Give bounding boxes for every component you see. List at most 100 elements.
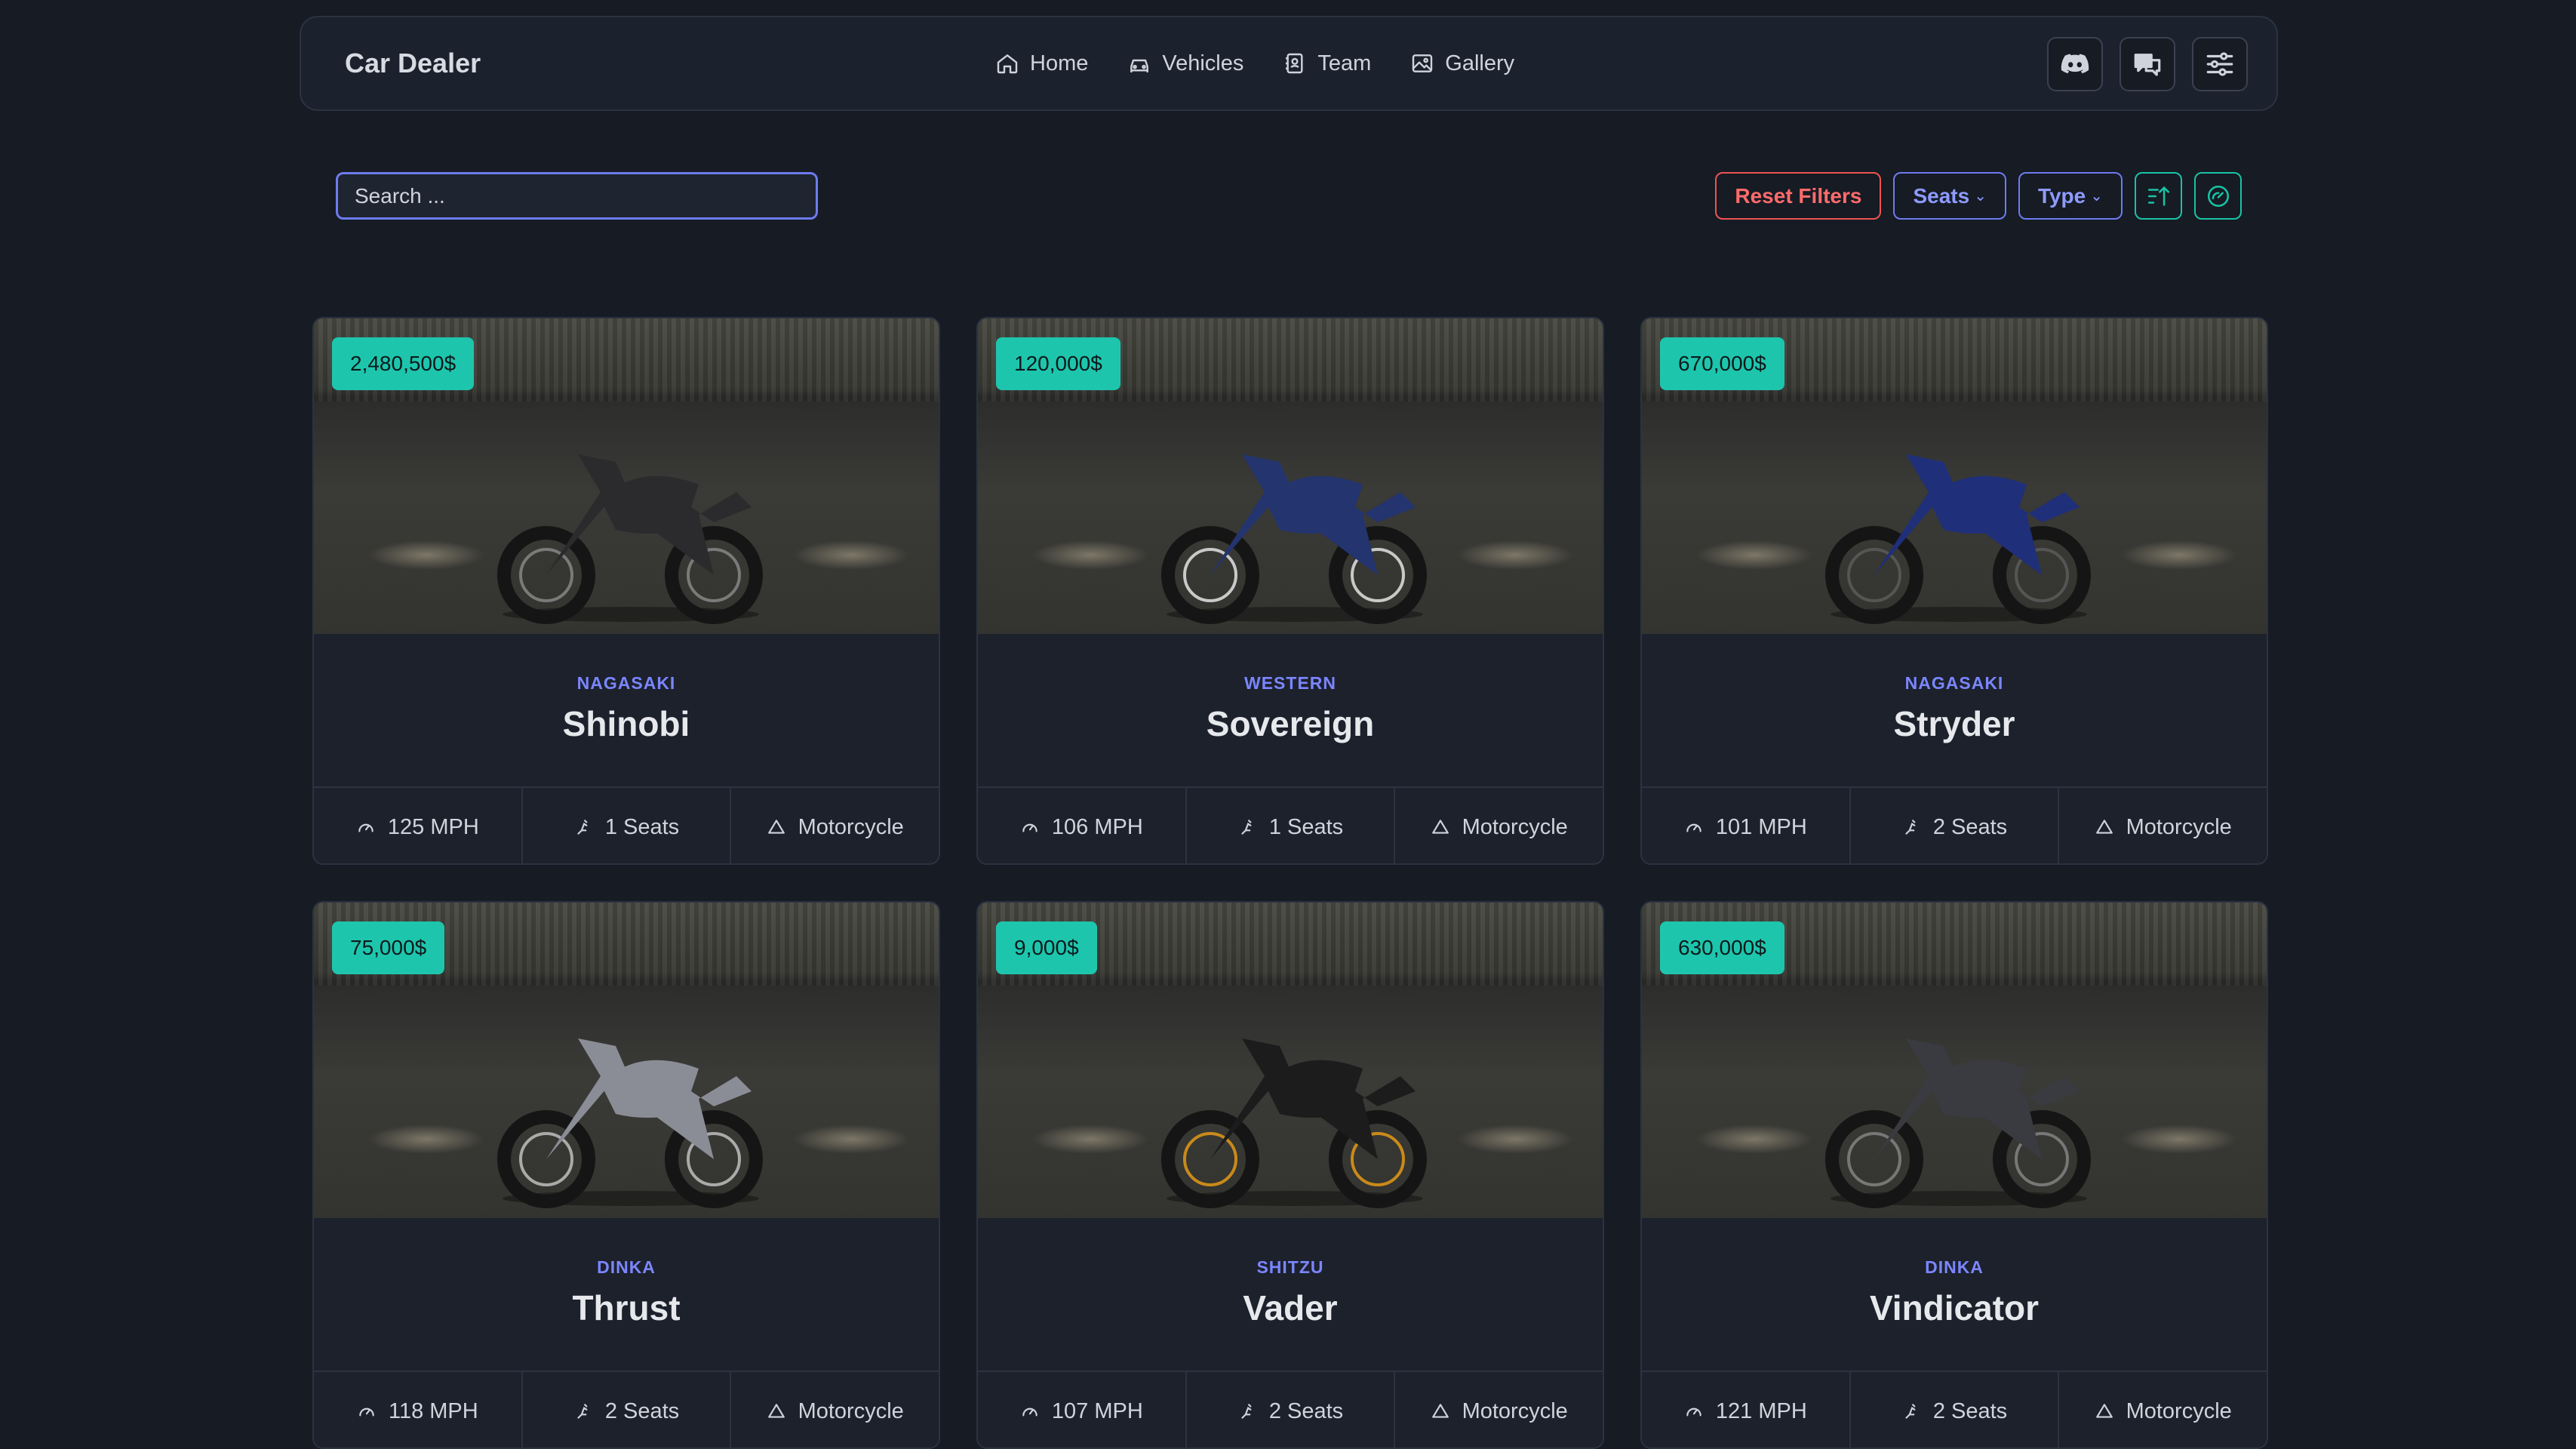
speedometer-icon [1686,1407,1701,1417]
type-stat: Motorcycle [731,1372,939,1447]
price-badge: 670,000$ [1660,337,1784,390]
speedometer-icon [1022,823,1037,832]
nav-gallery-label: Gallery [1445,51,1515,75]
vehicle-stats: 125 MPH 1 Seats Motorcycle [314,786,939,863]
triangle-icon [1431,1404,1449,1418]
triangle-icon [1431,820,1449,834]
type-value: Motorcycle [798,1398,904,1423]
speed-stat: 101 MPH [1642,788,1851,863]
seats-stat: 2 Seats [523,1372,732,1447]
triangle-icon [767,820,785,834]
type-value: Motorcycle [1462,814,1568,839]
seats-stat: 1 Seats [523,788,732,863]
speed-value: 118 MPH [388,1398,478,1423]
sort-button[interactable] [2135,172,2182,220]
speed-filter-button[interactable] [2194,172,2242,220]
speedometer-icon [358,823,373,832]
seat-icon [1905,820,1916,835]
price-badge: 75,000$ [332,921,445,974]
navbar: Car Dealer Home Vehicles Team Gallery [300,16,2278,111]
type-stat: Motorcycle [1395,1372,1603,1447]
vehicle-card[interactable]: 2,480,500$ NAGASAKI Shinobi 125 MPH 1 Se… [312,317,940,865]
nav-gallery[interactable]: Gallery [1410,51,1514,76]
vehicle-card[interactable]: 120,000$ WESTERN Sovereign 106 MPH 1 Sea… [976,317,1604,865]
nav-links: Home Vehicles Team Gallery [995,17,1514,109]
vehicle-name: Sovereign [1206,704,1375,743]
home-icon [997,54,1018,74]
seats-value: 2 Seats [1932,814,2008,839]
sort-ascending-icon [2147,186,2169,206]
nav-team-label: Team [1317,51,1372,75]
vehicle-card[interactable]: 9,000$ SHITZU Vader 107 MPH 2 Seats Moto… [976,901,1604,1449]
nav-home[interactable]: Home [995,51,1088,76]
vehicle-stats: 107 MPH 2 Seats Motorcycle [978,1371,1603,1447]
chevron-down-icon: ⌄ [1974,188,1987,205]
vehicle-name: Vindicator [1869,1288,2040,1327]
motorcycle-image [1161,1038,1427,1208]
motorcycle-image [1825,454,2091,624]
image-icon [1412,54,1433,72]
motorcycle-image [1161,454,1427,624]
gauge-icon [2207,185,2229,207]
triangle-icon [2095,1404,2113,1418]
settings-button[interactable] [2192,37,2248,91]
seats-value: 1 Seats [604,814,680,839]
seat-icon [1905,1404,1916,1419]
vehicle-card[interactable]: 630,000$ DINKA Vindicator 121 MPH 2 Seat… [1640,901,2268,1449]
speed-value: 106 MPH [1051,814,1143,839]
speed-stat: 106 MPH [978,788,1187,863]
vehicle-name: Shinobi [562,704,690,743]
vehicle-stats: 106 MPH 1 Seats Motorcycle [978,786,1603,863]
price-badge: 9,000$ [996,921,1097,974]
speed-stat: 118 MPH [314,1372,523,1447]
price-badge: 630,000$ [1660,921,1784,974]
seat-icon [577,1404,588,1419]
messages-icon [2134,54,2161,76]
nav-icon-buttons [2047,37,2248,91]
vehicle-stats: 118 MPH 2 Seats Motorcycle [314,1371,939,1447]
type-dropdown[interactable]: Type ⌄ [2018,172,2123,220]
type-value: Motorcycle [2126,814,2232,839]
vehicle-brand: DINKA [597,1257,656,1277]
vehicle-brand: WESTERN [1244,673,1336,693]
nav-vehicles[interactable]: Vehicles [1127,51,1243,76]
vehicle-card[interactable]: 75,000$ DINKA Thrust 118 MPH 2 Seats Mot… [312,901,940,1449]
motorcycle-image [1825,1038,2091,1208]
nav-team[interactable]: Team [1283,51,1371,76]
price-badge: 2,480,500$ [332,337,475,390]
vehicle-name: Stryder [1893,704,2015,743]
seats-value: 1 Seats [1268,814,1344,839]
discord-button[interactable] [2047,37,2103,91]
seats-stat: 2 Seats [1187,1372,1396,1447]
vehicle-stats: 101 MPH 2 Seats Motorcycle [1642,786,2267,863]
reset-filters-button[interactable]: Reset Filters [1715,172,1882,220]
vehicle-name: Thrust [572,1288,681,1327]
speedometer-icon [1022,1407,1037,1417]
type-stat: Motorcycle [1395,788,1603,863]
speed-stat: 125 MPH [314,788,523,863]
brand-title[interactable]: Car Dealer [345,17,481,109]
seats-value: 2 Seats [1268,1398,1344,1423]
speed-value: 101 MPH [1715,814,1807,839]
type-dropdown-label: Type [2037,183,2086,208]
type-stat: Motorcycle [2059,1372,2267,1447]
search-input[interactable] [336,172,818,220]
vehicle-card[interactable]: 670,000$ NAGASAKI Stryder 101 MPH 2 Seat… [1640,317,2268,865]
discord-icon [2061,54,2089,74]
type-value: Motorcycle [798,814,904,839]
triangle-icon [2095,820,2113,834]
seats-dropdown[interactable]: Seats ⌄ [1893,172,2006,220]
vehicle-brand: NAGASAKI [1904,673,2004,693]
seats-stat: 1 Seats [1187,788,1396,863]
speed-value: 121 MPH [1715,1398,1807,1423]
speedometer-icon [1686,823,1701,832]
seat-icon [577,820,588,835]
motorcycle-image [497,454,763,624]
type-value: Motorcycle [1462,1398,1568,1423]
speed-value: 125 MPH [387,814,479,839]
nav-vehicles-label: Vehicles [1162,51,1244,75]
contacts-icon [1286,53,1303,74]
speed-stat: 107 MPH [978,1372,1187,1447]
speed-value: 107 MPH [1051,1398,1143,1423]
messages-button[interactable] [2120,37,2175,91]
